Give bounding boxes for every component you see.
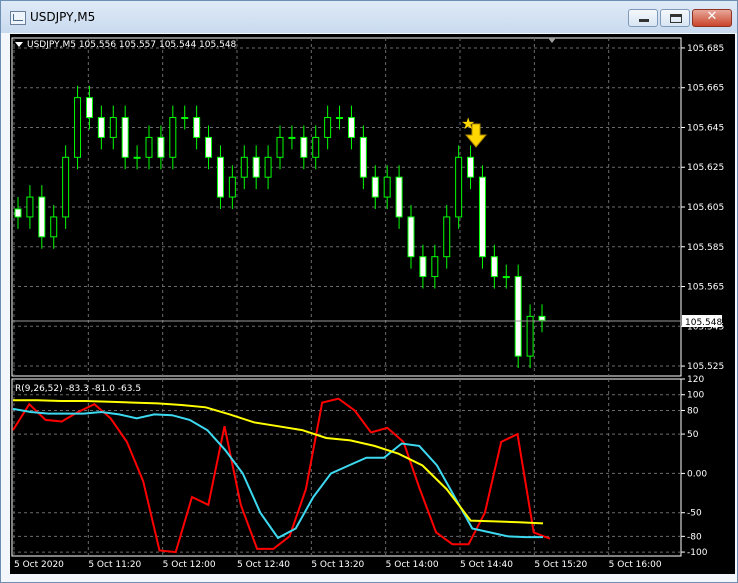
price-tick-label: 105.625 (687, 163, 724, 173)
indicator-tick-label: 50 (687, 430, 699, 440)
candle-bull (443, 216, 451, 258)
price-grid (12, 38, 681, 376)
candle-bear (121, 117, 129, 158)
candle-bull (502, 276, 510, 279)
indicator-info-label: R(9,26,52) -83.3 -81.0 -63.5 (15, 384, 141, 394)
candle-bear (359, 136, 367, 178)
time-tick-label: 5 Oct 11:20 (88, 560, 141, 570)
price-info-label: USDJPY,M5 105.556 105.557 105.544 105.54… (27, 40, 237, 50)
minimize-button[interactable] (628, 9, 658, 27)
indicator-tick-label: 120 (687, 375, 704, 385)
candle-bull (145, 136, 153, 158)
time-tick-label: 5 Oct 12:00 (163, 560, 216, 570)
time-tick-label: 5 Oct 15:20 (534, 560, 587, 570)
candle-bull (181, 117, 189, 120)
candle-bear (538, 315, 546, 321)
indicator-series (12, 397, 551, 554)
window-title: USDJPY,M5 (30, 10, 96, 24)
candle-bull (324, 117, 332, 138)
title-bar[interactable]: USDJPY,M5 ✕ (1, 1, 737, 33)
candle-bear (478, 176, 486, 258)
time-tick-label: 5 Oct 14:00 (386, 560, 439, 570)
indicator-tick-label: -100 (687, 548, 708, 558)
time-tick-label: 5 Oct 2020 (14, 560, 64, 570)
minimize-icon (639, 19, 649, 22)
close-button[interactable]: ✕ (692, 9, 732, 27)
candle-bear (371, 176, 379, 198)
candle-bear (97, 117, 105, 138)
candle-bear (157, 136, 165, 158)
candle-bull (288, 136, 296, 139)
candle-bear (347, 117, 355, 138)
time-axis: 5 Oct 2020 5 Oct 11:20 5 Oct 12:00 5 Oct 12… (14, 560, 662, 570)
candle-bear (490, 256, 498, 278)
candle-bull (228, 176, 236, 198)
time-tick-label: 5 Oct 16:00 (609, 560, 662, 570)
candle-bear (300, 136, 308, 158)
indicator-tick-label: 80 (687, 406, 699, 416)
candle-bear (419, 256, 427, 278)
indicator-tick-label: 100 (687, 391, 704, 401)
candle-bull (133, 156, 141, 159)
indicator-tick-label: -80 (687, 532, 702, 542)
close-icon: ✕ (706, 9, 718, 24)
candle-bull (62, 156, 70, 218)
candle-bear (514, 276, 522, 357)
panel-collapse-icon[interactable] (15, 42, 23, 47)
candle-bull (526, 315, 534, 357)
chart-svg: 105.685 105.665 105.645 105.625 105.605 105.5… (11, 37, 724, 570)
maximize-button[interactable] (660, 9, 690, 27)
price-tick-label: 105.645 (687, 123, 724, 133)
candle-bear (85, 97, 93, 119)
candle-bear (193, 117, 201, 138)
price-tick-label: 105.685 (687, 44, 724, 54)
indicator-tick-label: 0.00 (687, 469, 707, 479)
chart-shift-marker-icon[interactable] (548, 38, 556, 43)
price-tick-label: 105.565 (687, 283, 724, 293)
candle-bull (240, 156, 248, 178)
indicator-line (13, 399, 544, 525)
candle-bear (407, 216, 415, 258)
candle-bear (395, 176, 403, 218)
candle-bull (455, 156, 463, 218)
candle-bull (50, 216, 58, 238)
candle-bull (336, 117, 344, 120)
candle-bull (26, 196, 34, 218)
current-price-value: 105.548 (685, 318, 722, 328)
candle-bull (312, 136, 320, 158)
chart-window: USDJPY,M5 ✕ 105.685 105.665 105.645 105.625… (0, 0, 738, 583)
candle-bull (383, 176, 391, 198)
candle-bear (205, 136, 213, 158)
candle-bear (467, 156, 475, 178)
candle-bear (252, 156, 260, 178)
price-tick-label: 105.525 (687, 362, 724, 372)
indicator-axis: 120 100 80 50 0.00 -50 -80 -100 (681, 375, 708, 558)
indicator-line (12, 397, 551, 554)
candle-bull (74, 97, 82, 158)
chart-canvas[interactable]: 105.685 105.665 105.645 105.625 105.605 105.5… (10, 34, 735, 574)
candle-bull (264, 156, 272, 178)
price-tick-label: 105.605 (687, 203, 724, 213)
candle-bull (431, 256, 439, 278)
candle-bear (216, 156, 224, 198)
chart-window-icon (10, 11, 26, 25)
maximize-icon (670, 14, 682, 23)
time-tick-label: 5 Oct 14:40 (460, 560, 513, 570)
price-tick-label: 105.665 (687, 84, 724, 94)
time-tick-label: 5 Oct 12:40 (237, 560, 290, 570)
time-tick-label: 5 Oct 13:20 (311, 560, 364, 570)
candle-bear (38, 196, 46, 238)
candle-bull (109, 117, 117, 138)
candle-bull (169, 117, 177, 158)
price-panel-frame (11, 37, 682, 377)
price-tick-label: 105.585 (687, 243, 724, 253)
indicator-tick-label: -50 (687, 509, 702, 519)
candle-bear (14, 208, 22, 218)
candle-bull (276, 136, 284, 158)
